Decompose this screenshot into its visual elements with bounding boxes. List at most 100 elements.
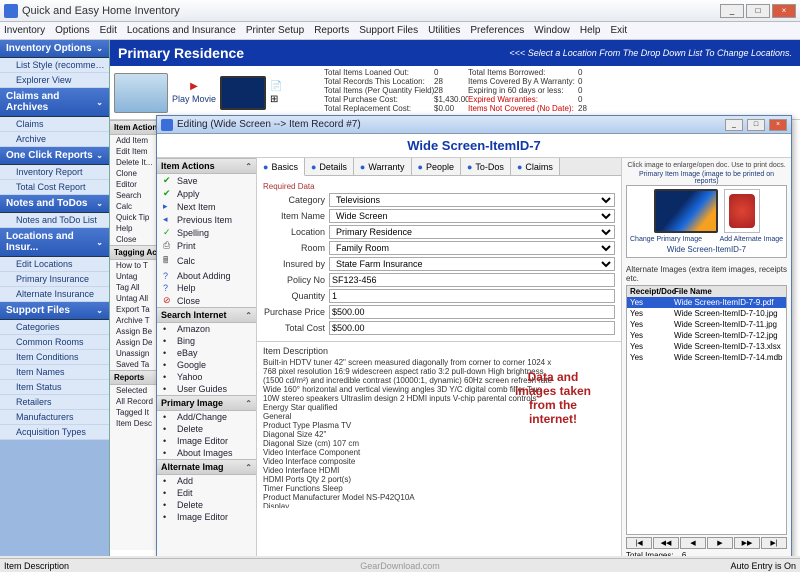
form-input-insured-by[interactable]: State Farm Insurance [329, 257, 615, 271]
menu-help[interactable]: Help [580, 25, 601, 36]
maximize-button[interactable]: □ [746, 4, 770, 18]
menu-edit[interactable]: Edit [100, 25, 117, 36]
form-input-quantity[interactable] [329, 289, 615, 303]
minimize-button[interactable]: _ [720, 4, 744, 18]
panel-item[interactable]: •About Images [157, 447, 256, 459]
sidebar-section-claims-and-archives[interactable]: Claims and Archives⌄ [0, 88, 109, 117]
panel-item[interactable]: ▸Next Item [157, 200, 256, 213]
tab-people[interactable]: ●People [412, 158, 461, 175]
menu-options[interactable]: Options [55, 25, 89, 36]
add-alternate-image-button[interactable]: Add Alternate Image [720, 236, 783, 243]
pdf-document-icon[interactable] [724, 189, 760, 233]
tab-to-dos[interactable]: ●To-Dos [461, 158, 511, 175]
form-input-total-cost[interactable] [329, 321, 615, 335]
alt-image-row[interactable]: YesWide Screen-ItemID-7-12.jpg [627, 330, 786, 341]
sidebar-section-inventory-options[interactable]: Inventory Options⌄ [0, 40, 109, 58]
form-input-purchase-price[interactable] [329, 305, 615, 319]
location-image[interactable] [114, 73, 168, 113]
alt-image-row[interactable]: YesWide Screen-ItemID-7-10.jpg [627, 308, 786, 319]
sidebar-item[interactable]: Categories [0, 320, 109, 335]
panel-item[interactable]: 🖩Calc [157, 252, 256, 270]
sidebar-item[interactable]: Notes and ToDo List [0, 213, 109, 228]
menu-printer-setup[interactable]: Printer Setup [246, 25, 304, 36]
panel-item[interactable]: •Yahoo [157, 371, 256, 383]
alt-image-row[interactable]: YesWide Screen-ItemID-7-11.jpg [627, 319, 786, 330]
sidebar-item[interactable]: List Style (recommended, displays the mo… [0, 58, 109, 73]
panel-item[interactable]: ✔Apply [157, 187, 256, 200]
panel-item[interactable]: •Delete [157, 499, 256, 511]
sidebar-item[interactable]: Explorer View [0, 73, 109, 88]
play-movie-icon[interactable]: ▶ [190, 81, 198, 92]
item-thumbnail[interactable] [220, 76, 266, 110]
alt-header-filename[interactable]: File Name [671, 286, 786, 297]
panel-item[interactable]: •Google [157, 359, 256, 371]
panel-item[interactable]: ⊘Close [157, 294, 256, 307]
sidebar-item[interactable]: Primary Insurance [0, 272, 109, 287]
sidebar-item[interactable]: Edit Locations [0, 257, 109, 272]
menu-reports[interactable]: Reports [314, 25, 349, 36]
tab-claims[interactable]: ●Claims [511, 158, 560, 175]
menu-preferences[interactable]: Preferences [470, 25, 524, 36]
play-movie-label[interactable]: Play Movie [172, 94, 216, 104]
sidebar-item[interactable]: Item Status [0, 380, 109, 395]
panel-alternate-imag[interactable]: Alternate Imag⌃ [157, 459, 256, 475]
tab-warranty[interactable]: ●Warranty [354, 158, 412, 175]
form-input-policy-no[interactable] [329, 273, 615, 287]
change-primary-image-button[interactable]: Change Primary Image [630, 236, 702, 243]
panel-item[interactable]: •User Guides [157, 383, 256, 395]
alt-image-row[interactable]: YesWide Screen-ItemID-7-9.pdf [627, 297, 786, 308]
sidebar-section-notes-and-todos[interactable]: Notes and ToDos⌄ [0, 195, 109, 213]
sidebar-item[interactable]: Item Conditions [0, 350, 109, 365]
nav-fwd-button[interactable]: ▶ [707, 537, 733, 549]
menu-window[interactable]: Window [534, 25, 570, 36]
panel-item-actions[interactable]: Item Actions⌃ [157, 158, 256, 174]
menu-inventory[interactable]: Inventory [4, 25, 45, 36]
form-input-category[interactable]: Televisions [329, 193, 615, 207]
panel-item[interactable]: ?Help [157, 282, 256, 294]
panel-search-internet[interactable]: Search Internet⌃ [157, 307, 256, 323]
nav-first-button[interactable]: |◀ [626, 537, 652, 549]
sidebar-section-support-files[interactable]: Support Files⌄ [0, 302, 109, 320]
nav-back-button[interactable]: ◀ [680, 537, 706, 549]
alt-image-row[interactable]: YesWide Screen-ItemID-7-13.xlsx [627, 341, 786, 352]
panel-item[interactable]: •Image Editor [157, 511, 256, 523]
primary-item-image[interactable] [654, 189, 718, 233]
menu-locations-and-insurance[interactable]: Locations and Insurance [127, 25, 236, 36]
sidebar-item[interactable]: Manufacturers [0, 410, 109, 425]
sidebar-item[interactable]: Alternate Insurance [0, 287, 109, 302]
edit-maximize-button[interactable]: □ [747, 119, 765, 131]
sidebar-item[interactable]: Common Rooms [0, 335, 109, 350]
sidebar-item[interactable]: Item Names [0, 365, 109, 380]
tab-details[interactable]: ●Details [305, 158, 354, 175]
panel-item[interactable]: •Add [157, 475, 256, 487]
panel-item[interactable]: ✓Spelling [157, 226, 256, 239]
sidebar-item[interactable]: Acquisition Types [0, 425, 109, 440]
sidebar-item[interactable]: Inventory Report [0, 165, 109, 180]
sidebar-item[interactable]: Total Cost Report [0, 180, 109, 195]
tab-basics[interactable]: ●Basics [257, 158, 305, 176]
menu-utilities[interactable]: Utilities [428, 25, 460, 36]
form-input-item-name[interactable]: Wide Screen [329, 209, 615, 223]
edit-close-button[interactable]: × [769, 119, 787, 131]
form-input-room[interactable]: Family Room [329, 241, 615, 255]
alt-header-receipt[interactable]: Receipt/Doc [627, 286, 671, 297]
panel-item[interactable]: ⎙Print [157, 239, 256, 252]
panel-item[interactable]: •eBay [157, 347, 256, 359]
grid-icon[interactable]: ⊞ [270, 94, 282, 105]
nav-last-button[interactable]: ▶| [761, 537, 787, 549]
sidebar-item[interactable]: Archive [0, 132, 109, 147]
sidebar-item[interactable]: Retailers [0, 395, 109, 410]
sidebar-section-locations-and-insur-[interactable]: Locations and Insur...⌄ [0, 228, 109, 257]
panel-item[interactable]: •Image Editor [157, 435, 256, 447]
nav-prev-button[interactable]: ◀◀ [653, 537, 679, 549]
close-button[interactable]: × [772, 4, 796, 18]
panel-item[interactable]: •Delete [157, 423, 256, 435]
doc-icon[interactable]: 📄 [270, 81, 282, 92]
panel-item[interactable]: •Edit [157, 487, 256, 499]
menu-exit[interactable]: Exit [610, 25, 627, 36]
panel-item[interactable]: ✔Save [157, 174, 256, 187]
panel-primary-image[interactable]: Primary Image⌃ [157, 395, 256, 411]
sidebar-item[interactable]: Claims [0, 117, 109, 132]
sidebar-section-one-click-reports[interactable]: One Click Reports⌄ [0, 147, 109, 165]
panel-item[interactable]: •Amazon [157, 323, 256, 335]
